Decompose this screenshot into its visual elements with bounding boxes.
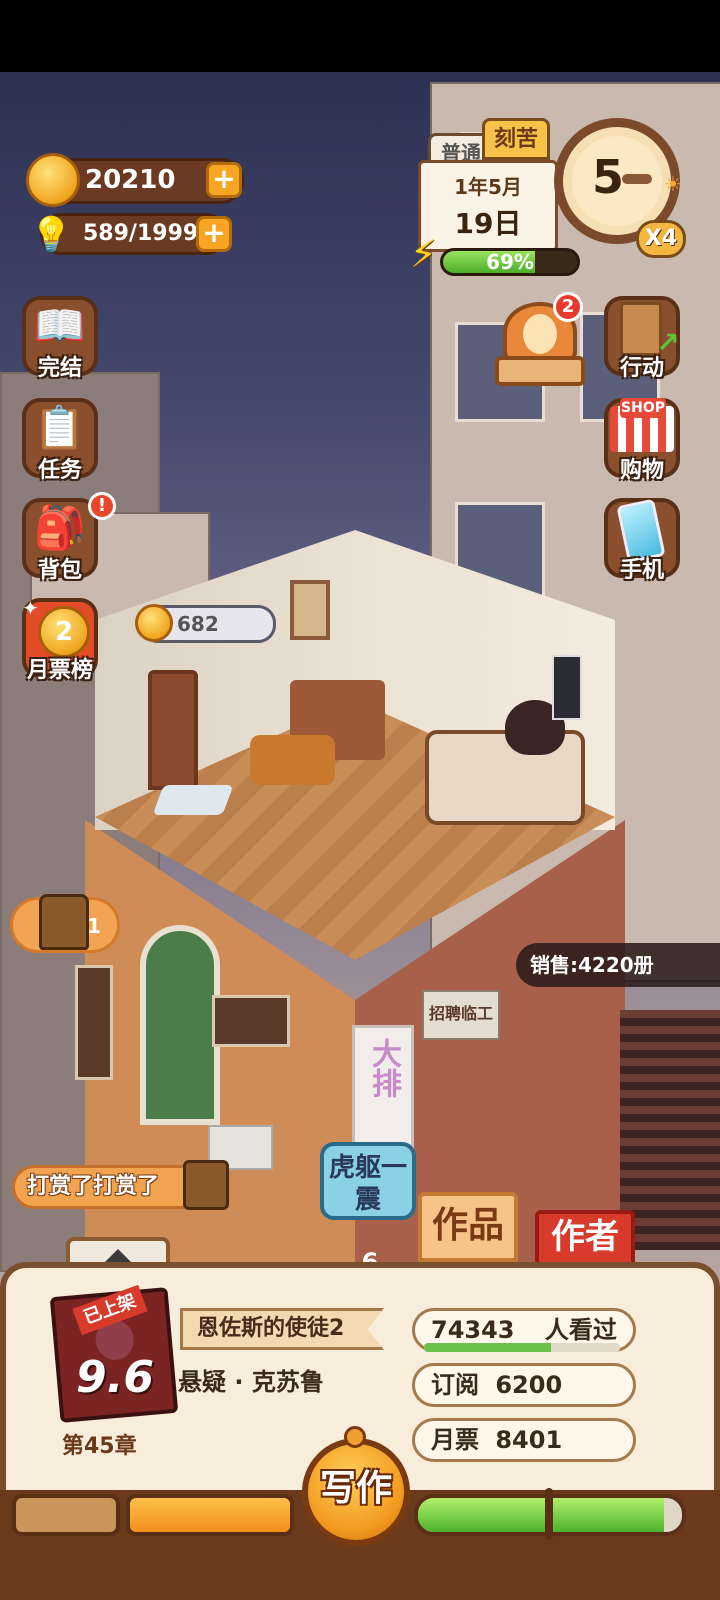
writing-progress-fill — [418, 1498, 664, 1532]
inspiration-value: 589/1999 — [83, 221, 199, 246]
subscriptions-stat: 订阅 6200 — [412, 1363, 636, 1407]
room-window — [290, 580, 330, 640]
event-badge: 2 — [553, 292, 583, 322]
lightbulb-icon: 💡 — [30, 215, 73, 255]
event-button[interactable]: 2 — [495, 292, 585, 390]
complete-label: 完结 — [37, 356, 82, 381]
sun-icon: ☀ — [664, 172, 682, 196]
dial-hand-icon — [622, 174, 652, 184]
tip-text: 打赏了打赏了 — [27, 1174, 160, 1199]
tip-chest-icon — [183, 1160, 229, 1210]
energy-bolt-icon[interactable]: ⚡ — [410, 232, 446, 276]
ranking-coin-number: 2 — [54, 617, 74, 647]
monthly-tickets-stat: 月票 8401 — [412, 1418, 636, 1462]
shop-sign-text: SHOP — [620, 398, 666, 418]
calendar-month: 1年5月 — [454, 175, 522, 199]
views-value: 74343 — [431, 1316, 515, 1344]
dog-bed[interactable] — [250, 735, 335, 785]
energy-percent: 69% — [486, 250, 534, 274]
ranking-label: 月票榜 — [26, 658, 93, 683]
bottom-slot-left[interactable] — [12, 1494, 120, 1536]
speed-multiplier-button[interactable]: X4 — [636, 220, 686, 258]
side-item-complete[interactable]: 📖 完结 — [18, 296, 102, 381]
monthly-tickets-value: 8401 — [495, 1426, 563, 1454]
gold-coin-icon — [26, 153, 80, 207]
status-bar — [0, 0, 720, 72]
coin-income-value: 682 — [177, 612, 219, 636]
phone-label: 手机 — [619, 558, 664, 583]
bubble-coin-icon — [135, 604, 173, 642]
ranking-coin-icon: 2 — [38, 606, 90, 658]
side-item-monthly-ranking[interactable]: 2 ✦ 月票榜 — [18, 596, 102, 683]
action-label: 行动 — [619, 356, 664, 381]
sparkle-icon: ✦ — [22, 596, 39, 620]
chapter-number: 第45章 — [62, 1434, 137, 1459]
horizontal-shop-sign — [212, 995, 290, 1047]
shopping-label: 购物 — [619, 458, 664, 483]
side-item-backpack[interactable]: 🎒 背包 ! — [18, 492, 116, 583]
tip-notification[interactable]: 打赏了打赏了 — [12, 1160, 229, 1210]
monthly-tickets-label: 月票 — [431, 1426, 479, 1454]
gold-value: 20210 — [85, 165, 176, 195]
side-item-tasks[interactable]: 📋 任务 — [18, 398, 102, 483]
paw-mat — [152, 785, 234, 815]
views-progress-fill — [424, 1343, 552, 1352]
side-item-shopping[interactable]: SHOP 购物 — [600, 398, 684, 483]
treasure-chest-button[interactable]: 1 — [10, 894, 120, 953]
sales-count: 销售:4220册 — [516, 943, 720, 987]
tab-author[interactable]: 作者 — [535, 1210, 635, 1266]
event-bell-core — [523, 314, 557, 354]
subscriptions-value: 6200 — [495, 1371, 563, 1399]
treasure-chest-icon — [39, 894, 89, 950]
backpack-icon: 🎒 — [33, 503, 87, 552]
side-item-phone[interactable]: 手机 — [600, 498, 684, 583]
views-progress-bar — [424, 1343, 620, 1352]
progress-marker — [545, 1488, 553, 1540]
event-bell-base — [495, 356, 585, 386]
banner-text: 大排 — [366, 1038, 401, 1098]
write-button-knob — [344, 1426, 366, 1448]
write-button[interactable]: 写作 — [302, 1438, 410, 1546]
time-dial-face: 5 — [572, 136, 662, 226]
checklist-icon: 📋 — [33, 403, 87, 452]
tasks-label: 任务 — [37, 458, 82, 483]
tab-hardworking[interactable]: 刻苦 — [482, 118, 550, 160]
book-score: 9.6 — [76, 1352, 154, 1403]
shop-door — [140, 925, 220, 1125]
skill-button[interactable]: 虎躯一震 — [320, 1142, 416, 1220]
notice-text: 招聘临工 — [428, 1004, 493, 1023]
time-dial-value: 5 — [592, 150, 625, 204]
wall-poster — [552, 655, 582, 720]
backpack-label: 背包 — [37, 558, 82, 583]
views-label: 人看过 — [544, 1316, 617, 1344]
vertical-shop-sign — [75, 965, 113, 1080]
book-icon: 📖 — [33, 301, 87, 350]
add-inspiration-button[interactable]: + — [196, 216, 232, 252]
subscriptions-label: 订阅 — [431, 1371, 479, 1399]
tab-works[interactable]: 作品 — [418, 1192, 518, 1262]
alert-icon: ! — [88, 492, 116, 520]
coin-income-bubble[interactable]: 682 — [135, 604, 276, 643]
book-genre: 悬疑 · 克苏鲁 — [178, 1368, 324, 1396]
add-gold-button[interactable]: + — [206, 162, 242, 198]
side-item-action[interactable]: ↗ 行动 — [600, 296, 684, 381]
outdoor-stairs — [620, 1010, 720, 1250]
wall-notice: 招聘临工 — [422, 990, 500, 1040]
treasure-chest-count: 1 — [87, 914, 101, 938]
book-title: 恩佐斯的使徒2 — [180, 1308, 384, 1350]
room-door[interactable] — [148, 670, 198, 790]
bottom-slot-middle[interactable] — [126, 1494, 294, 1536]
